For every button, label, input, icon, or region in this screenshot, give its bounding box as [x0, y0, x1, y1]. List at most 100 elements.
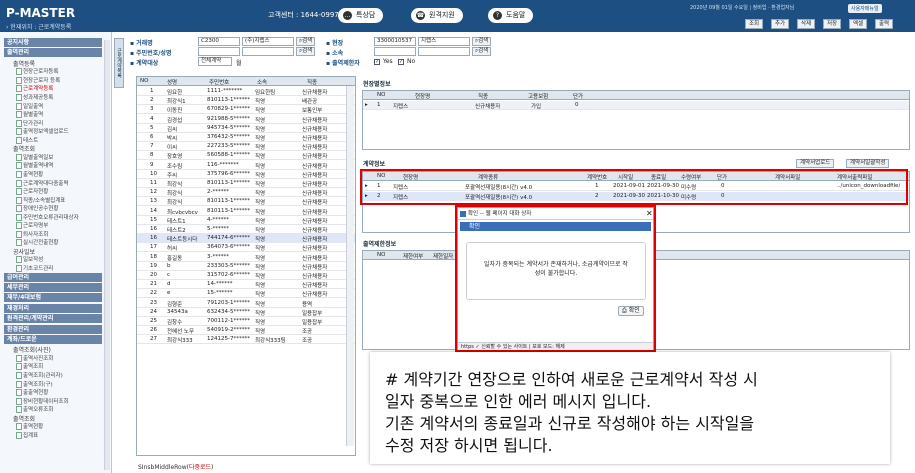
- sidebar-item[interactable]: 출역정보엑셀업로드: [16, 127, 69, 136]
- sidebar-item[interactable]: 월별출역내역: [16, 161, 53, 170]
- table-row[interactable]: 27 최강식333 124125-7****** 최강식333팀 조공: [137, 335, 355, 345]
- sidebar-item[interactable]: 직종/소속별집계표: [16, 196, 65, 204]
- table-row[interactable]: 3 이동진 670829-1****** 직영 보통인부: [137, 105, 355, 115]
- sidebar-item[interactable]: 출역오류조회: [16, 405, 53, 414]
- table-row[interactable]: 16 테스트2 5-****** 직영 신규채용자: [137, 225, 355, 234]
- sidebar-item[interactable]: 출역현황: [16, 170, 43, 178]
- table-row[interactable]: 12 최강식 2-****** 직영 신규채용자: [137, 188, 355, 198]
- yes-checkbox[interactable]: ✓: [374, 59, 380, 65]
- contract-upload-button[interactable]: 계약서업로드: [796, 159, 835, 168]
- table-row[interactable]: 23 김형준 791203-1****** 직영 용역: [137, 299, 355, 308]
- site-name-input[interactable]: 지렙스: [418, 37, 470, 46]
- table-row[interactable]: 2 최강식1 810113-1****** 직영 배관공: [137, 96, 355, 106]
- contract-bulk-write-button[interactable]: 계약서일괄작성: [846, 159, 890, 168]
- consult-button[interactable]: … 특상담: [338, 8, 384, 23]
- sidebar-section[interactable]: 출역관리: [4, 48, 102, 58]
- employee-table-scrollbar[interactable]: [346, 86, 354, 446]
- sidebar-item[interactable]: 퇴사자조회: [16, 230, 48, 238]
- sidebar-item[interactable]: 근로계약등록: [16, 84, 53, 93]
- sidebar-section[interactable]: 급여관리: [4, 272, 102, 282]
- app-logo[interactable]: P-MASTER: [6, 6, 75, 20]
- sidebar-item[interactable]: 단가관리: [16, 119, 43, 127]
- affiliation-search-button[interactable]: ⌕검색: [472, 47, 492, 56]
- table-row[interactable]: 13 최강식 810113-1****** 직영 신규채용자: [137, 197, 355, 207]
- sidebar-item[interactable]: 일보작성: [16, 255, 43, 264]
- table-row[interactable]: 6 박씨 376432-5****** 직영 신규채용자: [137, 133, 355, 142]
- sidebar-item[interactable]: 현장근로자 등록: [16, 76, 60, 84]
- sidebar-item[interactable]: 실시간전출현황: [16, 238, 58, 247]
- no-checkbox[interactable]: ✓: [398, 59, 404, 65]
- sidebar-item[interactable]: 주민번호오류관리대상자: [16, 213, 79, 221]
- table-row[interactable]: 9 조수림 116-******* 직영 신규채용자: [137, 161, 355, 170]
- site-search-button[interactable]: ⌕검색: [472, 37, 492, 46]
- table-row[interactable]: 14 최cvbcvbcv 810113-1****** 직영 신규채용자: [137, 207, 355, 216]
- sidebar-section[interactable]: 환경관리: [4, 324, 102, 334]
- sidebar-section[interactable]: 재무/4대보험: [4, 293, 102, 303]
- toolbar-search-button[interactable]: 조회: [745, 19, 764, 29]
- table-row[interactable]: 5 김씨 945734-5****** 직영 신규채용자: [137, 124, 355, 133]
- sidebar-item[interactable]: 테스트: [16, 136, 38, 144]
- site-code-input[interactable]: 3300010537: [374, 37, 416, 46]
- table-row[interactable]: 18 홍길동 3-****** 직영 신규채용자: [137, 253, 355, 262]
- table-row[interactable]: 16 테스트등시다 744174-6****** 직영 신규채용자: [137, 234, 355, 244]
- sidebar-section[interactable]: 원격관리/계약관리: [4, 314, 102, 324]
- table-row[interactable]: 20 c 315702-6****** 직영 신규채용자: [137, 271, 355, 280]
- table-row[interactable]: 8 장호영 560588-1****** 직영 신규채용자: [137, 151, 355, 161]
- sidebar-item[interactable]: 근로자현황: [16, 187, 48, 196]
- table-row[interactable]: 21 d 14-****** 직영 신규채용자: [137, 280, 355, 290]
- table-row[interactable]: 4 김경섭 921988-5****** 직영 신규채용자: [137, 115, 355, 124]
- table-row[interactable]: 26 전혜선 노무 540919-2****** 직영 조공: [137, 326, 355, 336]
- sidebar-item[interactable]: 출출역현황: [16, 388, 48, 397]
- sidebar-item[interactable]: 근로계약대다중출력: [16, 179, 69, 187]
- sidebar-item[interactable]: 일별출역일보: [16, 153, 53, 161]
- table-row[interactable]: 15 테스트1 4-****** 직영 신규채용자: [137, 216, 355, 225]
- company-code-input[interactable]: C2300: [198, 37, 240, 46]
- sidebar-item[interactable]: 기초코드관리: [16, 264, 53, 272]
- sidebar-item[interactable]: 출역조회(구): [16, 380, 53, 388]
- affiliation-code-input[interactable]: [374, 47, 416, 56]
- table-row[interactable]: 11 최강식 810113-1****** 직영 신규채용자: [137, 179, 355, 188]
- toolbar-print-button[interactable]: 출력: [875, 19, 894, 29]
- sidebar-item[interactable]: 출역조회: [16, 362, 43, 371]
- sidebar-section[interactable]: 계좌/드로운: [4, 334, 102, 344]
- id-search-button[interactable]: ⌕검색: [296, 47, 316, 56]
- table-row[interactable]: 17 허씨 364073-6****** 직영 신규채용자: [137, 243, 355, 253]
- company-name-input[interactable]: (주)지렙스: [242, 37, 294, 46]
- toolbar-save-button[interactable]: 저장: [823, 19, 842, 29]
- user-manual-link[interactable]: 사용자매뉴얼: [848, 4, 882, 13]
- id-input[interactable]: [198, 47, 240, 56]
- table-row[interactable]: 7 이씨 227233-5****** 직영 신규채용자: [137, 142, 355, 152]
- toolbar-excel-button[interactable]: 엑셀: [849, 19, 868, 29]
- affiliation-name-input[interactable]: [418, 47, 470, 56]
- table-row[interactable]: 1 임요한 1111-******* 임요한팀 신규채용자: [137, 87, 355, 96]
- sidebar-item[interactable]: 월별출역: [16, 110, 43, 119]
- toolbar-delete-button[interactable]: 삭제: [797, 19, 816, 29]
- sidebar-item[interactable]: 장비현황데이터조회: [16, 397, 69, 405]
- toolbar-add-button[interactable]: 추가: [771, 19, 790, 29]
- table-row[interactable]: 25 김창수 700112-1****** 직영 일용잡부: [137, 317, 355, 326]
- sidebar-item[interactable]: 현장근로자등록: [16, 67, 58, 76]
- sidebar-item[interactable]: 일일출역: [16, 102, 43, 110]
- side-tab-contract-list[interactable]: 근로계약목록: [114, 38, 124, 88]
- help-button[interactable]: ? 도움말: [488, 8, 534, 23]
- remote-support-button[interactable]: ☎ 원격지원: [411, 8, 463, 23]
- sidebar-scrollbar[interactable]: [104, 40, 110, 470]
- sidebar-item[interactable]: 근로자명부: [16, 221, 48, 230]
- sidebar-item[interactable]: 집계표: [16, 431, 38, 439]
- sidebar-item[interactable]: 출역현황: [16, 422, 43, 431]
- table-row[interactable]: 19 b 233303-5****** 직영 신규채용자: [137, 262, 355, 271]
- table-row[interactable]: 24 34543a 632434-5****** 직영 일용잡부: [137, 308, 355, 317]
- contract-target-select[interactable]: 전체계약: [198, 57, 232, 66]
- sidebar-section[interactable]: 재경처리: [4, 303, 102, 313]
- sidebar-section[interactable]: 세무관리: [4, 282, 102, 292]
- site-info-row[interactable]: ▸ 1 지렙스 신규채용자 가입 0: [363, 101, 909, 110]
- sidebar-item[interactable]: 출역사진조회: [16, 354, 53, 362]
- sidebar-item[interactable]: 성과제공등록: [16, 93, 53, 101]
- company-search-button[interactable]: ⌕검색: [296, 37, 316, 46]
- name-input[interactable]: [242, 47, 294, 56]
- sidebar-item[interactable]: 장애인공수현황: [16, 204, 58, 213]
- sidebar-item[interactable]: 출역조회(관리자): [16, 371, 63, 379]
- sidebar-section[interactable]: 공지사항: [4, 38, 102, 47]
- table-row[interactable]: 22 e 15-****** 직영 신규채용자: [137, 289, 355, 299]
- table-row[interactable]: 10 주씨 375796-6****** 직영 신규채용자: [137, 170, 355, 179]
